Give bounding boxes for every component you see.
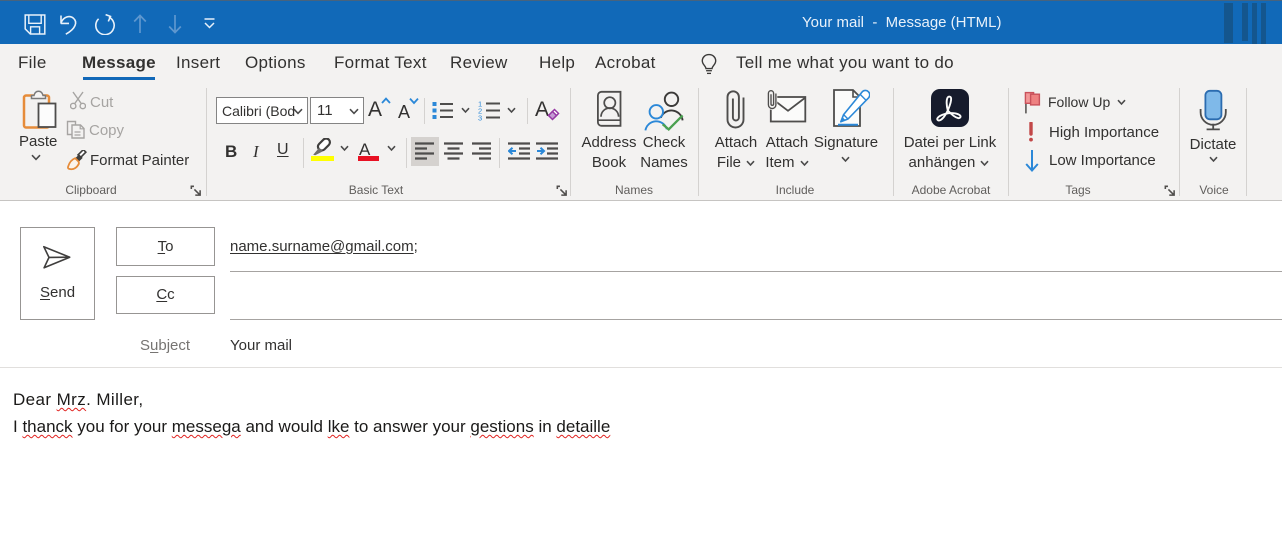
svg-text:3: 3 [478,114,482,122]
